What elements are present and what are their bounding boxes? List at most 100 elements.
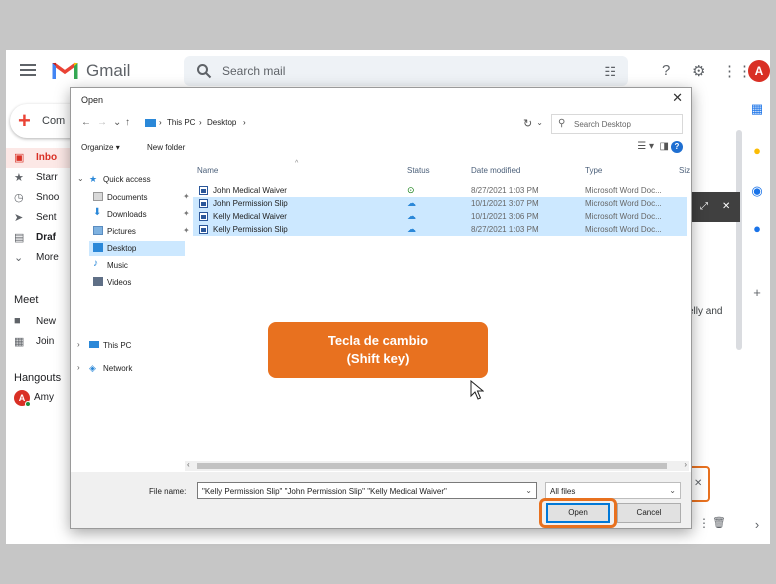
dialog-title: Open xyxy=(81,95,104,105)
desktop-icon xyxy=(93,243,103,252)
dialog-toolbar: Organize ▾ New folder ☰ ▾ ◨ ? xyxy=(81,141,683,157)
nav-label: Quick access xyxy=(103,175,151,184)
breadcrumb-desktop[interactable]: Desktop xyxy=(207,118,236,127)
nav-documents[interactable]: Documents ✦ xyxy=(93,190,190,205)
nav-videos[interactable]: Videos xyxy=(93,275,185,290)
file-type: Microsoft Word Doc... xyxy=(585,225,662,234)
file-type: Microsoft Word Doc... xyxy=(585,186,662,195)
forward-icon[interactable]: → xyxy=(97,117,107,128)
callout-line-2: (Shift key) xyxy=(346,351,410,366)
breadcrumb[interactable]: › This PC › Desktop › ⌄ xyxy=(143,114,547,134)
chevron-down-icon[interactable]: ⌄ xyxy=(77,174,84,183)
file-row-kelly-medical-waiver[interactable]: Kelly Medical Waiver ☁ 10/1/2021 3:06 PM… xyxy=(193,210,687,223)
scroll-thumb[interactable] xyxy=(197,463,667,469)
keyboard-icon: ▦ xyxy=(14,336,25,348)
refresh-icon[interactable]: ↻ xyxy=(523,117,532,130)
file-row-john-permission-slip[interactable]: John Permission Slip ☁ 10/1/2021 3:07 PM… xyxy=(193,197,687,210)
column-name[interactable]: Name xyxy=(197,166,218,175)
word-document-icon xyxy=(199,199,208,208)
online-status-icon xyxy=(25,401,31,407)
nav-this-pc[interactable]: › This PC xyxy=(77,338,185,353)
close-icon[interactable]: ✕ xyxy=(672,90,683,106)
search-icon[interactable] xyxy=(196,63,212,79)
close-icon[interactable]: ✕ xyxy=(694,478,702,489)
search-icon: ⚲ xyxy=(558,118,566,129)
file-type-value: All files xyxy=(550,487,576,496)
column-status[interactable]: Status xyxy=(407,166,430,175)
file-name: Kelly Medical Waiver xyxy=(213,212,287,221)
view-options-icon[interactable]: ☰ ▾ ◨ xyxy=(637,141,669,152)
gear-icon[interactable]: ⚙ xyxy=(692,62,705,80)
pc-icon xyxy=(145,119,156,127)
recent-locations-icon[interactable]: ⌄ xyxy=(113,117,121,128)
column-type[interactable]: Type xyxy=(585,166,602,175)
chevron-down-icon: ⌄ xyxy=(669,486,676,495)
tasks-icon[interactable]: ◉ xyxy=(748,182,766,200)
cloud-icon: ☁ xyxy=(407,224,416,234)
chevron-down-icon[interactable]: ⌄ xyxy=(536,118,543,127)
contacts-icon[interactable]: ● xyxy=(748,220,766,238)
cloud-icon: ☁ xyxy=(407,211,416,221)
file-type-select[interactable]: All files ⌄ xyxy=(545,482,681,499)
more-options-icon[interactable]: ⋮ xyxy=(698,516,710,530)
app-name: Gmail xyxy=(86,61,131,80)
nav-quick-access[interactable]: ⌄ ★ Quick access xyxy=(77,172,185,187)
user-name: Amy xyxy=(34,392,54,403)
column-date-modified[interactable]: Date modified xyxy=(471,166,520,175)
nav-label: Network xyxy=(103,364,133,373)
scroll-left-icon[interactable]: ‹ xyxy=(187,460,190,469)
nav-label: Desktop xyxy=(107,244,137,253)
pictures-icon xyxy=(93,226,103,235)
file-row-kelly-permission-slip[interactable]: Kelly Permission Slip ☁ 8/27/2021 1:03 P… xyxy=(193,223,687,236)
horizontal-scrollbar[interactable]: ‹ › xyxy=(185,460,689,471)
help-icon[interactable]: ? xyxy=(662,62,670,79)
new-folder-button[interactable]: New folder xyxy=(147,143,185,152)
chevron-right-icon[interactable]: › xyxy=(77,363,80,372)
breadcrumb-separator: › xyxy=(159,118,162,127)
organize-label: Organize xyxy=(81,143,114,152)
music-icon: ♪ xyxy=(93,258,98,269)
nav-label: Starr xyxy=(36,172,58,183)
breadcrumb-this-pc[interactable]: This PC xyxy=(167,118,195,127)
organize-button[interactable]: Organize ▾ xyxy=(81,143,120,152)
nav-music[interactable]: ♪ Music xyxy=(93,258,185,273)
nav-label: Pictures xyxy=(107,227,136,236)
nav-network[interactable]: › ◈ Network xyxy=(77,361,185,376)
breadcrumb-separator: › xyxy=(243,118,246,127)
file-name-field[interactable]: "Kelly Permission Slip" "John Permission… xyxy=(197,482,537,499)
video-icon: ■ xyxy=(14,315,21,327)
chevron-right-icon[interactable]: › xyxy=(77,340,80,349)
nav-label: Inbo xyxy=(36,152,58,163)
column-size[interactable]: Siz xyxy=(679,166,690,175)
keep-icon[interactable]: ● xyxy=(748,142,766,160)
menu-icon[interactable] xyxy=(20,64,36,76)
trash-icon[interactable]: 🗑 xyxy=(712,516,726,529)
chevron-down-icon[interactable]: ⌄ xyxy=(525,486,532,495)
add-addon-icon[interactable]: + xyxy=(748,284,766,302)
help-icon[interactable]: ? xyxy=(671,141,683,153)
cloud-icon: ☁ xyxy=(407,198,416,208)
back-icon[interactable]: ← xyxy=(81,117,91,128)
nav-downloads[interactable]: ⬇ Downloads ✦ xyxy=(93,207,190,222)
calendar-icon[interactable]: ▦ xyxy=(748,100,766,118)
avatar[interactable]: A xyxy=(748,60,770,82)
cancel-button[interactable]: Cancel xyxy=(617,503,681,523)
up-icon[interactable]: ↑ xyxy=(125,117,130,128)
nav-desktop[interactable]: Desktop xyxy=(89,241,185,256)
search-placeholder: Search Desktop xyxy=(574,120,631,129)
file-row-john-medical-waiver[interactable]: John Medical Waiver ⊙ 8/27/2021 1:03 PM … xyxy=(193,184,687,197)
search-placeholder: Search mail xyxy=(222,64,286,78)
expand-icon[interactable]: ⤢ xyxy=(700,201,708,212)
meet-heading: Meet xyxy=(14,294,39,306)
scrollbar[interactable] xyxy=(736,130,742,350)
filter-options-icon[interactable]: ☷ xyxy=(604,64,616,80)
network-icon: ◈ xyxy=(89,363,96,373)
scroll-right-icon[interactable]: › xyxy=(684,460,687,469)
draft-icon: ▤ xyxy=(14,232,25,244)
search-bar[interactable]: Search mail ☷ xyxy=(184,56,628,86)
search-input[interactable]: ⚲ Search Desktop xyxy=(551,114,683,134)
nav-pictures[interactable]: Pictures ✦ xyxy=(93,224,190,239)
hangouts-heading: Hangouts xyxy=(14,372,62,384)
chevron-right-icon[interactable]: › xyxy=(748,516,766,534)
close-icon[interactable]: ✕ xyxy=(722,201,730,212)
